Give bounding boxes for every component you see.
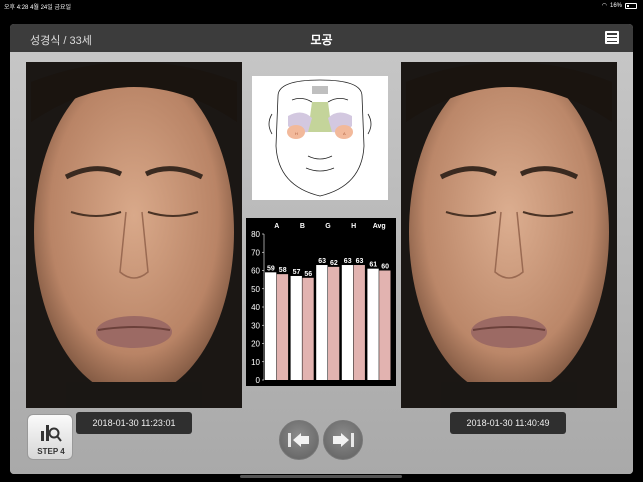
y-tick-label: 0: [256, 376, 261, 385]
status-bar: 오후 4:28 4월 24일 금요일 ◠ 16%: [0, 0, 643, 12]
bar-value-label: 63: [356, 258, 364, 265]
y-tick-label: 60: [251, 267, 260, 276]
face-region-diagram: H A: [252, 76, 388, 200]
bar-value-label: 56: [304, 271, 312, 278]
y-tick-label: 80: [251, 230, 260, 239]
y-tick-label: 10: [251, 358, 260, 367]
battery-percent: 16%: [609, 2, 622, 9]
y-tick-label: 70: [251, 248, 260, 257]
bar-value-label: 57: [293, 269, 301, 276]
category-label: A: [274, 223, 279, 230]
bar-value-label: 63: [344, 258, 352, 265]
main-content: 2018-01-30 11:23:01 2018-01-30 11:40:49 …: [10, 52, 633, 474]
status-date: 4월 24일 금요일: [30, 5, 72, 11]
bar: [367, 268, 379, 380]
status-right: ◠ 16%: [602, 2, 637, 9]
bar: [316, 265, 328, 380]
bar: [276, 274, 289, 380]
bar: [353, 265, 365, 380]
y-tick-label: 50: [251, 285, 260, 294]
home-indicator: [240, 475, 402, 478]
header-bar: 성경식 / 33세 모공: [10, 24, 633, 52]
bar-value-label: 60: [381, 264, 389, 271]
bar-value-label: 59: [267, 265, 275, 272]
category-label: B: [300, 223, 305, 230]
status-time-date: 오후 4:28 4월 24일 금요일: [4, 2, 71, 11]
face-photo-before[interactable]: [26, 62, 242, 408]
wifi-icon: ◠: [601, 3, 607, 9]
bar-value-label: 58: [279, 267, 287, 274]
step-analysis-icon: [41, 425, 62, 442]
chart-svg: 0 10 20 30 40 50 60 70 80 A 59 58 B 57 56 G 63 62 H 63 63 Avg…: [251, 223, 391, 385]
y-tick-label: 20: [251, 340, 260, 349]
previous-button[interactable]: [279, 420, 319, 460]
pore-bar-chart: 0 10 20 30 40 50 60 70 80 A 59 58 B 57 56 G 63 62 H 63 63 Avg…: [246, 218, 396, 386]
arrow-left-icon: [288, 433, 309, 447]
category-label: Avg: [373, 223, 386, 230]
bar: [302, 277, 314, 380]
after-timestamp: 2018-01-30 11:40:49: [450, 412, 566, 434]
bar: [328, 266, 340, 380]
bar: [265, 272, 277, 380]
app-window: 성경식 / 33세 모공 2018-01-30 11:23:01 2018-01…: [10, 24, 633, 474]
step-4-button[interactable]: STEP 4: [27, 414, 73, 460]
step-label: STEP 4: [37, 447, 65, 456]
bar: [290, 275, 302, 380]
arrow-right-icon: [333, 433, 354, 447]
list-menu-icon[interactable]: [605, 31, 619, 44]
bar-value-label: 63: [318, 258, 326, 265]
face-photo-after[interactable]: [401, 62, 617, 408]
next-button[interactable]: [323, 420, 363, 460]
bar-value-label: 61: [369, 262, 377, 269]
page-title: 모공: [310, 33, 333, 47]
status-time: 오후 4:28: [4, 5, 29, 11]
bar: [379, 270, 391, 380]
battery-icon: [625, 2, 637, 9]
y-tick-label: 30: [251, 321, 260, 330]
svg-text:H: H: [295, 131, 298, 136]
svg-text:A: A: [343, 131, 346, 136]
bar-value-label: 62: [330, 260, 338, 267]
y-tick-label: 40: [251, 303, 260, 312]
category-label: G: [325, 223, 331, 230]
bar: [341, 265, 354, 380]
before-timestamp: 2018-01-30 11:23:01: [76, 412, 192, 434]
category-label: H: [351, 223, 356, 230]
